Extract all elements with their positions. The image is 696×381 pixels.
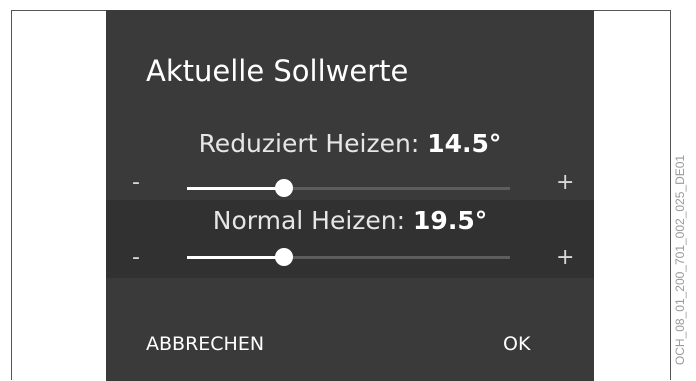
- cancel-button[interactable]: ABBRECHEN: [146, 333, 264, 355]
- setpoint-name: Reduziert Heizen:: [198, 129, 420, 158]
- setpoints-dialog: Aktuelle Sollwerte Reduziert Heizen: 14.…: [106, 10, 594, 381]
- setpoint-value: 19.5°: [413, 206, 488, 235]
- setpoint-slider[interactable]: [187, 179, 510, 197]
- slider-fill: [187, 256, 284, 259]
- setpoint-name: Normal Heizen:: [212, 206, 406, 235]
- setpoint-label-reduced: Reduziert Heizen: 14.5°: [106, 129, 594, 158]
- increase-button[interactable]: +: [556, 245, 574, 270]
- setpoint-value: 14.5°: [427, 129, 502, 158]
- setpoint-slider[interactable]: [187, 248, 510, 266]
- slider-thumb[interactable]: [274, 179, 293, 197]
- image-code-text: OCH_08_01_200_701_002_025_DE01: [673, 154, 687, 366]
- increase-button[interactable]: +: [556, 170, 574, 195]
- dialog-title: Aktuelle Sollwerte: [146, 54, 409, 88]
- decrease-button[interactable]: -: [132, 245, 140, 270]
- setpoint-label-normal: Normal Heizen: 19.5°: [106, 206, 594, 235]
- decrease-button[interactable]: -: [132, 170, 140, 195]
- setpoint-row-normal: Normal Heizen: 19.5° - +: [106, 200, 594, 278]
- ok-button[interactable]: OK: [503, 333, 530, 355]
- slider-fill: [187, 187, 284, 190]
- image-code-label: OCH_08_01_200_701_002_025_DE01: [670, 148, 690, 372]
- slider-thumb[interactable]: [274, 248, 293, 266]
- setpoint-row-reduced: Reduziert Heizen: 14.5° - +: [106, 123, 594, 201]
